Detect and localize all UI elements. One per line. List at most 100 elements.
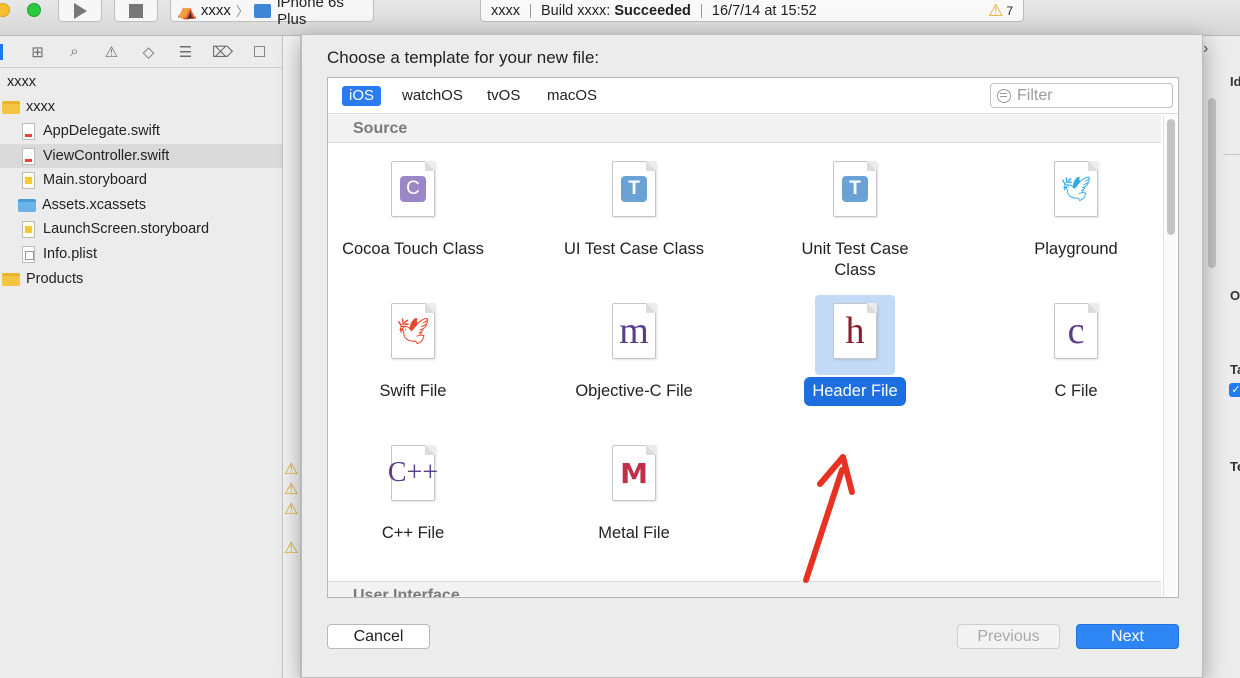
- warning-icon: ⚠: [988, 0, 1004, 20]
- template-label: Playground: [1034, 240, 1118, 258]
- playground-swift-icon: 🕊: [1060, 175, 1092, 203]
- template-scrollbar[interactable]: [1163, 115, 1177, 597]
- file-label: Assets.xcassets: [42, 197, 146, 213]
- swift-file-icon: [22, 147, 35, 165]
- template-cpp-file[interactable]: C++ C++ File: [328, 437, 513, 548]
- device-label: iPhone 6s Plus: [277, 0, 344, 28]
- cancel-button[interactable]: Cancel: [327, 624, 430, 649]
- file-item-selected[interactable]: ViewController.swift: [22, 144, 169, 168]
- hierarchy-icon[interactable]: ⊞: [19, 43, 56, 61]
- warning-icon[interactable]: ⚠: [284, 538, 298, 558]
- tab-tvos[interactable]: tvOS: [480, 86, 527, 106]
- issue-icon[interactable]: ⚠: [93, 43, 130, 61]
- template-c-file[interactable]: c C File: [976, 295, 1161, 406]
- plist-icon: [22, 245, 35, 263]
- test-icon[interactable]: ◇: [130, 43, 167, 61]
- search-icon[interactable]: ⌕: [56, 43, 93, 60]
- report-icon[interactable]: ☐: [241, 43, 278, 61]
- sheet-title: Choose a template for your new file:: [327, 48, 600, 67]
- filter-icon: [997, 88, 1011, 103]
- chevron-right-icon: 〉: [235, 4, 249, 19]
- products-label: Products: [26, 271, 84, 287]
- file-label: LaunchScreen.storyboard: [43, 221, 210, 237]
- asset-catalog-icon: [18, 198, 36, 212]
- file-label: Main.storyboard: [43, 172, 147, 188]
- tab-ios[interactable]: iOS: [342, 86, 382, 106]
- template-swift-file[interactable]: 🕊 Swift File: [328, 295, 513, 406]
- header-h-icon: h: [845, 310, 865, 352]
- inspector-label: Ta: [1230, 362, 1240, 377]
- warning-icon[interactable]: ⚠: [284, 459, 298, 479]
- group-item[interactable]: xxxx: [2, 95, 55, 119]
- debug-icon[interactable]: ☰: [167, 43, 204, 61]
- build-timestamp: 16/7/14 at 15:52: [711, 2, 817, 19]
- section-header-user-interface: User Interface: [328, 581, 1161, 597]
- template-metal-file[interactable]: M Metal File: [534, 437, 734, 548]
- file-item[interactable]: Info.plist: [22, 242, 97, 266]
- template-label: C File: [1054, 382, 1098, 400]
- inspector-scrollbar[interactable]: [1208, 98, 1216, 268]
- scheme-selector[interactable]: ⛺ xxxx 〉 iPhone 6s Plus: [170, 0, 374, 28]
- objc-m-icon: m: [619, 310, 649, 352]
- filter-input[interactable]: [1017, 86, 1167, 105]
- template-grid: Source C Cocoa Touch Class T UI Test Cas…: [328, 115, 1161, 597]
- simulator-device-icon: [253, 3, 272, 18]
- stop-button[interactable]: [114, 0, 158, 22]
- template-label: Unit Test Case: [801, 240, 909, 258]
- file-item[interactable]: AppDelegate.swift: [22, 119, 160, 143]
- tab-watchos[interactable]: watchOS: [395, 86, 470, 106]
- inspector-label: Id: [1230, 74, 1240, 89]
- file-item[interactable]: LaunchScreen.storyboard: [22, 217, 209, 241]
- template-objective-c-file[interactable]: m Objective-C File: [534, 295, 734, 406]
- template-panel: iOS watchOS tvOS macOS Source C Cocoa To…: [327, 77, 1179, 598]
- chevron-right-icon[interactable]: ›: [1203, 40, 1208, 58]
- new-file-template-sheet: Choose a template for your new file: iOS…: [301, 34, 1203, 678]
- zoom-window-button[interactable]: [27, 3, 41, 17]
- activity-viewer: xxxx Build xxxx: Succeeded 16/7/14 at 15…: [480, 0, 1024, 22]
- template-label: Objective-C File: [575, 382, 693, 400]
- section-header-source: Source: [328, 115, 1161, 143]
- build-status: Succeeded: [614, 2, 691, 19]
- filter-field[interactable]: [990, 83, 1173, 108]
- cpp-icon: C++: [387, 457, 439, 488]
- class-icon: C: [400, 176, 426, 202]
- products-group-item[interactable]: Products: [2, 267, 83, 291]
- file-item[interactable]: Main.storyboard: [22, 168, 147, 192]
- scheme-target-label: xxxx: [200, 2, 231, 19]
- inspector-checkbox[interactable]: ✓: [1229, 383, 1240, 397]
- run-button[interactable]: [58, 0, 102, 22]
- file-item[interactable]: Assets.xcassets: [18, 193, 146, 217]
- breakpoint-icon[interactable]: ⌦: [204, 43, 241, 61]
- swift-icon: 🕊: [396, 315, 430, 346]
- warning-count: 7: [1006, 3, 1013, 18]
- window-toolbar: ⛺ xxxx 〉 iPhone 6s Plus xxxx Build xxxx:…: [0, 0, 1240, 36]
- warning-icon[interactable]: ⚠: [284, 479, 298, 499]
- next-button[interactable]: Next: [1076, 624, 1179, 649]
- minimize-window-button[interactable]: [0, 3, 10, 17]
- test-case-icon: T: [621, 176, 647, 202]
- template-label: Swift File: [379, 382, 447, 400]
- previous-button[interactable]: Previous: [957, 624, 1060, 649]
- template-header-file-selected[interactable]: h Header File: [755, 295, 955, 406]
- template-unit-test-case-class[interactable]: T Unit Test Case Class: [755, 153, 955, 285]
- group-label: xxxx: [26, 99, 55, 115]
- template-playground[interactable]: 🕊 Playground: [976, 153, 1161, 264]
- project-navigator: ⊞ ⌕ ⚠ ◇ ☰ ⌦ ☐ xxxx xxxx AppDelegate.swif…: [0, 36, 283, 678]
- template-label: Cocoa Touch Class: [342, 240, 484, 258]
- template-ui-test-case-class[interactable]: T UI Test Case Class: [534, 153, 734, 264]
- utilities-inspector: › Id Or Ta ✓ Te: [1203, 36, 1240, 678]
- swift-file-icon: [22, 122, 35, 140]
- warning-icon[interactable]: ⚠: [284, 499, 298, 519]
- file-label: ViewController.swift: [43, 148, 170, 164]
- app-target-icon: ⛺: [177, 2, 197, 20]
- editor-gutter: ⚠ ⚠ ⚠ ⚠: [283, 36, 301, 678]
- scrollbar-thumb[interactable]: [1167, 119, 1175, 235]
- warnings-indicator[interactable]: ⚠ 7: [988, 1, 1013, 21]
- storyboard-icon: [22, 220, 35, 238]
- template-cocoa-touch-class[interactable]: C Cocoa Touch Class: [328, 153, 513, 264]
- folder-icon: [2, 272, 20, 286]
- project-root-item[interactable]: xxxx: [7, 70, 36, 94]
- tab-macos[interactable]: macOS: [540, 86, 604, 106]
- project-label: xxxx: [7, 74, 36, 90]
- navigator-tabs: ⊞ ⌕ ⚠ ◇ ☰ ⌦ ☐: [0, 36, 282, 68]
